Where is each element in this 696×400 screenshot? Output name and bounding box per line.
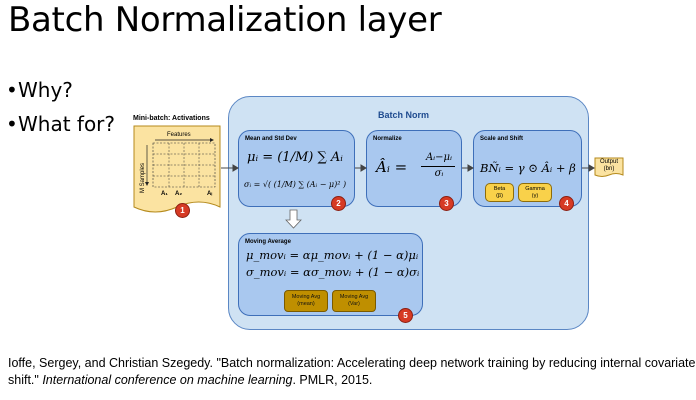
scale-shift-title: Scale and Shift xyxy=(480,136,524,142)
moving-avg-var: Moving Avg (Var) xyxy=(332,290,376,312)
minibatch-label: Mini-batch: Activations xyxy=(133,115,210,122)
citation: Ioffe, Sergey, and Christian Szegedy. "B… xyxy=(8,355,696,389)
output-label-line2: (bn) xyxy=(603,166,615,172)
step-badge-1: 1 xyxy=(175,203,190,218)
moving-avg-mean: Moving Avg (mean) xyxy=(284,290,328,312)
moving-mean-formula: μ_movᵢ = αμ_movᵢ + (1 − α)μᵢ xyxy=(246,248,419,262)
scale-shift-formula: BÑᵢ = γ ⊙ Âᵢ + β xyxy=(480,161,576,175)
gamma-symbol: (γ) xyxy=(531,193,539,199)
fraction-bar xyxy=(421,166,455,167)
moving-avg-mean-sub: (mean) xyxy=(297,301,315,307)
column-label-ai: Aᵢ xyxy=(207,191,213,197)
column-label-a1: A₁ xyxy=(161,191,168,197)
batch-norm-title: Batch Norm xyxy=(378,110,430,120)
beta-param: Beta (β) xyxy=(485,183,514,202)
step-badge-2: 2 xyxy=(331,196,346,211)
normalize-denominator: σᵢ xyxy=(434,168,444,179)
bullet-text: Why? xyxy=(18,78,73,102)
normalize-title: Normalize xyxy=(373,136,402,142)
gamma-param: Gamma (γ) xyxy=(518,183,552,202)
features-label: Features xyxy=(167,132,191,138)
mean-std-title: Mean and Std Dev xyxy=(245,136,297,142)
normalize-lhs: Âᵢ = xyxy=(376,158,408,176)
moving-avg-mean-label: Moving Avg xyxy=(291,294,321,300)
output-label-line1: Output xyxy=(599,159,618,165)
moving-std-formula: σ_movᵢ = ασ_movᵢ + (1 − α)σᵢ xyxy=(246,265,420,279)
samples-label: M Samples xyxy=(140,162,147,194)
moving-average-title: Moving Average xyxy=(245,239,291,245)
moving-avg-var-sub: (Var) xyxy=(348,301,360,307)
bullet-list: •Why? •What for? xyxy=(6,76,115,144)
bullet-what-for: •What for? xyxy=(6,110,115,144)
bullet-dot: • xyxy=(6,78,18,102)
column-label-a2: A₂ xyxy=(175,191,182,197)
bullet-text: What for? xyxy=(18,112,116,136)
beta-label: Beta xyxy=(493,186,506,192)
step-badge-4: 4 xyxy=(559,196,574,211)
gamma-label: Gamma xyxy=(525,186,545,192)
citation-text-end: . PMLR, 2015. xyxy=(292,373,373,387)
beta-symbol: (β) xyxy=(496,193,503,199)
std-formula: σᵢ = √( (1/M) ∑ (Aᵢ − μ)² ) xyxy=(244,180,347,189)
step-badge-5: 5 xyxy=(398,308,413,323)
bullet-dot: • xyxy=(6,112,18,136)
bullet-why: •Why? xyxy=(6,76,115,110)
normalize-numerator: Aᵢ−μᵢ xyxy=(425,152,453,163)
citation-venue: International conference on machine lear… xyxy=(42,373,293,387)
output-label: Output (bn) xyxy=(597,159,621,173)
moving-avg-var-label: Moving Avg xyxy=(339,294,369,300)
step-badge-3: 3 xyxy=(439,196,454,211)
slide-title: Batch Normalization layer xyxy=(8,0,442,40)
mean-formula: μᵢ = (1/M) ∑ Aᵢ xyxy=(247,150,343,165)
